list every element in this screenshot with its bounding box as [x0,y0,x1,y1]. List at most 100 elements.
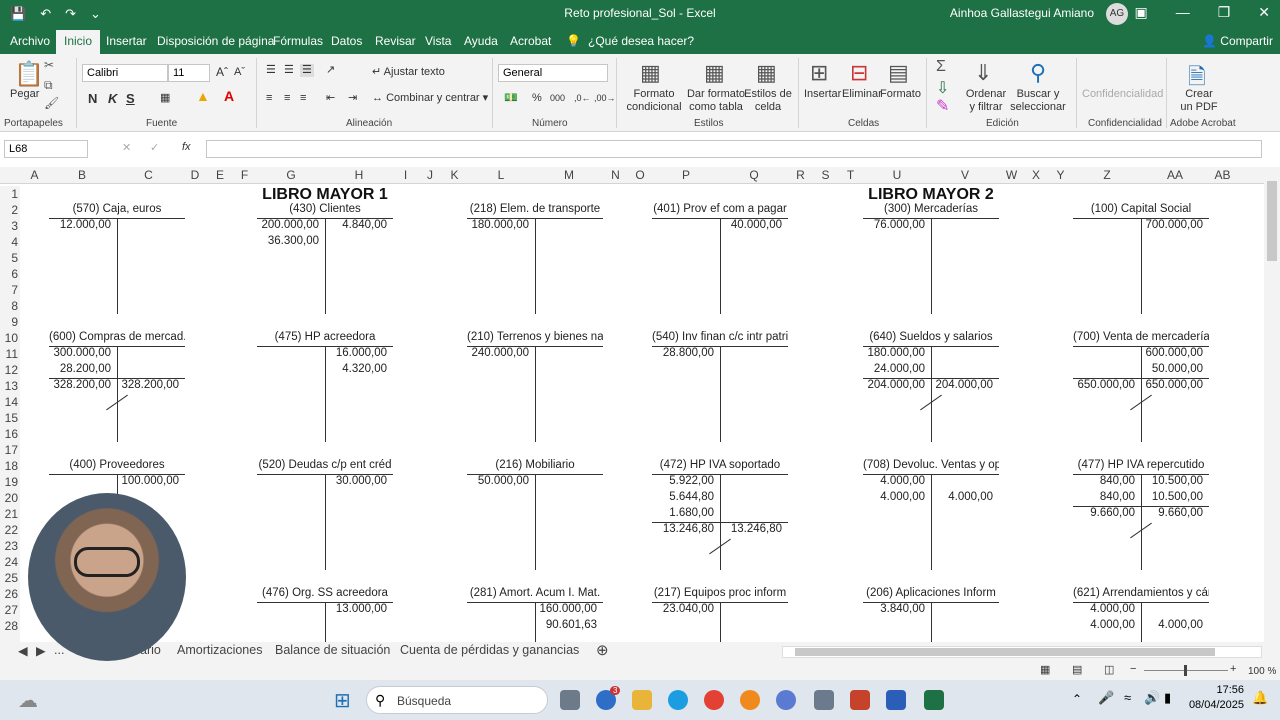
vertical-scroll-thumb[interactable] [1267,181,1277,261]
row-header[interactable]: 27 [0,602,20,618]
debe-cell[interactable]: 300.000,00 [49,347,111,359]
file-explorer-icon[interactable] [632,690,652,710]
increase-indent-icon[interactable]: ⇥ [348,92,357,105]
page-break-icon[interactable]: ◫ [1104,664,1114,677]
row-header[interactable]: 23 [0,538,20,554]
find-select-button[interactable]: Buscar y seleccionar [1010,88,1066,114]
row-header[interactable]: 3 [0,218,20,234]
format-painter-icon[interactable]: 🖌 [44,96,59,110]
haber-cell[interactable]: 4.840,00 [325,219,387,231]
row-header[interactable]: 15 [0,410,20,426]
decrease-font-icon[interactable]: Aˇ [234,66,245,79]
row-header[interactable]: 20 [0,490,20,506]
row-header[interactable]: 8 [0,298,20,314]
tab-datos[interactable]: Datos [331,34,362,48]
thousands-icon[interactable]: 000 [550,92,565,105]
fill-color-icon[interactable]: ▲ [196,89,210,103]
row-header[interactable]: 19 [0,474,20,490]
font-color-icon[interactable]: A [224,89,234,103]
wifi-icon[interactable]: ≈ [1124,690,1131,705]
row-header[interactable]: 14 [0,394,20,410]
debe-cell[interactable]: 4.000,00 [863,475,925,487]
column-header[interactable]: J [418,167,442,184]
bold-button[interactable]: N [88,92,97,105]
column-header[interactable]: B [49,167,115,184]
sheet-tab-amortizaciones[interactable]: Amortizaciones [177,643,262,657]
start-icon[interactable]: ⊞ [334,688,351,713]
column-header[interactable]: M [535,167,603,184]
font-size-select[interactable]: 11 [168,64,210,82]
tab-disposicion[interactable]: Disposición de página [157,34,274,48]
conditional-format-button[interactable]: Formato condicional [622,88,686,114]
debe-cell[interactable]: 650.000,00 [1073,379,1135,391]
debe-cell[interactable]: 50.000,00 [467,475,529,487]
column-header[interactable]: O [628,167,652,184]
merge-center-button[interactable]: ↔ Combinar y centrar ▾ [372,92,488,105]
debe-cell[interactable]: 9.660,00 [1073,507,1135,519]
tab-formulas[interactable]: Fórmulas [273,34,323,48]
tab-insertar[interactable]: Insertar [106,34,147,48]
debe-cell[interactable]: 4.000,00 [1073,603,1135,615]
battery-icon[interactable]: ▮ [1164,690,1171,706]
debe-cell[interactable]: 5.644,80 [652,491,714,503]
row-header[interactable]: 7 [0,282,20,298]
row-header[interactable]: 26 [0,586,20,602]
horizontal-scrollbar[interactable] [782,646,1262,658]
decrease-indent-icon[interactable]: ⇤ [326,92,335,105]
wrap-text-button[interactable]: ↵ Ajustar texto [372,66,445,79]
haber-cell[interactable]: 100.000,00 [117,475,179,487]
add-sheet-icon[interactable]: ⊕ [596,641,609,659]
haber-cell[interactable]: 700.000,00 [1141,219,1203,231]
horizontal-scroll-thumb[interactable] [795,648,1215,656]
settings-icon[interactable] [814,690,834,710]
close-icon[interactable]: ✕ [1258,4,1270,21]
zoom-level[interactable]: 100 % [1248,665,1276,678]
worksheet-grid[interactable]: LIBRO MAYOR 1 LIBRO MAYOR 2 (570) Caja, … [20,186,1264,642]
debe-cell[interactable]: 36.300,00 [257,235,319,247]
debe-cell[interactable]: 76.000,00 [863,219,925,231]
column-header[interactable]: AA [1141,167,1209,184]
row-header[interactable]: 2 [0,202,20,218]
haber-cell[interactable]: 40.000,00 [720,219,782,231]
haber-cell[interactable]: 13.000,00 [325,603,387,615]
insert-cells-icon[interactable]: ⊞ [810,60,828,86]
tell-me-search[interactable]: ¿Qué desea hacer? [588,34,694,48]
column-header[interactable]: Q [720,167,788,184]
column-header[interactable]: V [931,167,999,184]
name-box[interactable]: L68 [4,140,88,158]
debe-cell[interactable]: 200.000,00 [257,219,319,231]
chrome-icon[interactable] [704,690,724,710]
cancel-icon[interactable]: ✕ [122,142,131,155]
column-header[interactable]: P [652,167,720,184]
debe-cell[interactable]: 5.922,00 [652,475,714,487]
row-header[interactable]: 4 [0,234,20,250]
row-header[interactable]: 28 [0,618,20,634]
firefox-icon[interactable] [740,690,760,710]
sheet-tab-balance[interactable]: Balance de situación [275,643,390,657]
create-pdf-button[interactable]: Crear un PDF [1178,88,1220,114]
tab-revisar[interactable]: Revisar [375,34,416,48]
clock-time[interactable]: 17:56 [1186,684,1244,696]
decrease-decimal-icon[interactable]: ,00→ [594,92,616,105]
haber-cell[interactable]: 4.320,00 [325,363,387,375]
insert-function-icon[interactable]: fx [182,141,191,154]
tab-vista[interactable]: Vista [425,34,451,48]
format-cells-button[interactable]: Formato [880,88,921,101]
clear-icon[interactable]: ✎ [936,96,949,116]
conditional-format-icon[interactable]: ▦ [640,60,661,86]
taskbar-search[interactable]: ⚲ Búsqueda [366,686,548,714]
row-header[interactable]: 25 [0,570,20,586]
chevron-up-icon[interactable]: ⌃ [1072,692,1082,706]
prev-sheet-icon[interactable]: ◀ [18,643,28,658]
haber-cell[interactable]: 9.660,00 [1141,507,1203,519]
align-left-icon[interactable]: ≡ [266,92,272,105]
row-header[interactable]: 10 [0,330,20,346]
row-header[interactable]: 13 [0,378,20,394]
number-format-select[interactable]: General [498,64,608,82]
zoom-in-icon[interactable]: + [1230,663,1236,676]
normal-view-icon[interactable]: ▦ [1040,664,1050,677]
enter-icon[interactable]: ✓ [150,142,159,155]
debe-cell[interactable]: 4.000,00 [863,491,925,503]
delete-cells-icon[interactable]: ⊟ [850,60,868,86]
paste-button[interactable]: Pegar [10,88,39,101]
